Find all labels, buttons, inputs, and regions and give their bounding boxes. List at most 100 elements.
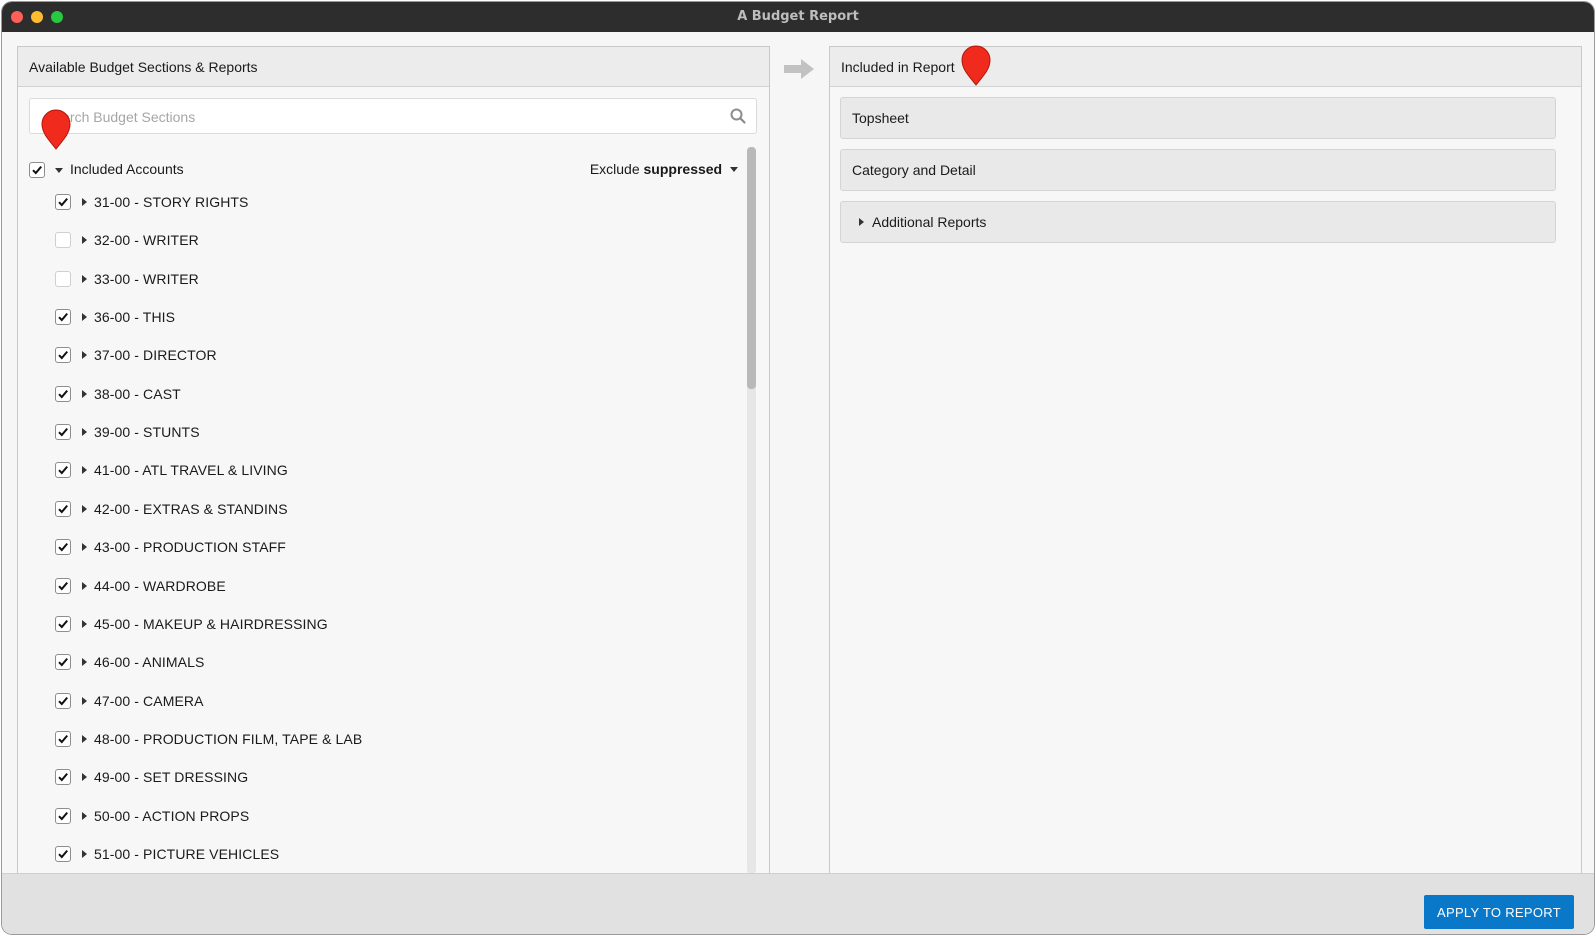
expand-caret-icon[interactable] [82,619,87,628]
accounts-scrollbar[interactable] [747,147,756,874]
account-checkbox[interactable] [55,385,71,402]
account-label: 42-00 - EXTRAS & STANDINS [94,500,288,517]
available-sections-panel: Available Budget Sections & Reports Incl… [17,46,770,876]
checkmark-icon [58,619,68,629]
included-accounts-group: Included Accounts Exclude suppressed [18,145,748,185]
additional-reports-label: Additional Reports [872,214,987,230]
account-label: 44-00 - WARDROBE [94,577,226,594]
account-row[interactable]: 42-00 - EXTRAS & STANDINS [18,492,738,530]
expand-caret-icon[interactable] [82,351,87,360]
account-row[interactable]: 32-00 - WRITER [18,223,738,261]
account-row[interactable]: 51-00 - PICTURE VEHICLES [18,837,738,875]
account-row[interactable]: 50-00 - ACTION PROPS [18,799,738,837]
account-checkbox[interactable] [55,692,71,709]
account-checkbox[interactable] [55,539,71,556]
expand-caret-icon[interactable] [82,236,87,245]
account-checkbox[interactable] [55,654,71,671]
account-row[interactable]: 36-00 - THIS [18,300,738,338]
expand-caret-icon[interactable] [82,581,87,590]
account-checkbox[interactable] [55,194,71,210]
checkmark-icon [58,389,68,399]
accounts-list: Included Accounts Exclude suppressed 31-… [18,145,769,875]
included-accounts-checkbox[interactable] [29,162,45,178]
exclude-filter-prefix: Exclude [589,161,640,177]
scrollbar-thumb[interactable] [747,147,756,389]
account-label: 51-00 - PICTURE VEHICLES [94,845,280,862]
account-checkbox[interactable] [55,577,71,594]
app-window: A Budget Report Available Budget Section… [2,2,1594,934]
expand-caret-icon[interactable] [82,696,87,705]
report-item-category-detail[interactable]: Category and Detail [840,149,1556,191]
search-input[interactable] [43,99,727,135]
expand-caret-icon[interactable] [82,198,87,206]
account-row[interactable]: 46-00 - ANIMALS [18,645,738,683]
account-checkbox[interactable] [55,615,71,632]
account-checkbox[interactable] [55,769,71,786]
account-row[interactable]: 41-00 - ATL TRAVEL & LIVING [18,453,738,491]
location-marker-icon [961,45,991,86]
account-checkbox[interactable] [55,232,71,249]
move-right-arrow-icon [784,59,814,79]
account-label: 36-00 - THIS [94,309,176,326]
account-checkbox[interactable] [55,270,71,287]
expand-caret-icon[interactable] [82,811,87,820]
account-label: 48-00 - PRODUCTION FILM, TAPE & LAB [94,730,363,747]
account-row[interactable]: 33-00 - WRITER [18,262,738,300]
report-item-additional-reports[interactable]: Additional Reports [840,201,1556,243]
account-row[interactable]: 39-00 - STUNTS [18,415,738,453]
checkmark-icon [58,696,68,706]
expand-caret-icon[interactable] [82,658,87,667]
expand-caret-icon[interactable] [82,313,87,322]
account-checkbox[interactable] [55,309,71,326]
expand-caret-icon[interactable] [82,466,87,475]
account-row[interactable]: 49-00 - SET DRESSING [18,760,738,798]
checkmark-icon [58,734,68,744]
window-title: A Budget Report [737,9,859,24]
search-icon[interactable] [730,108,746,124]
account-row[interactable]: 48-00 - PRODUCTION FILM, TAPE & LAB [18,722,738,760]
account-row[interactable]: 43-00 - PRODUCTION STAFF [18,530,738,568]
account-row[interactable]: 37-00 - DIRECTOR [18,338,738,376]
expand-caret-icon[interactable] [82,274,87,283]
close-window-button[interactable] [11,11,23,23]
expand-caret-icon[interactable] [82,734,87,743]
expand-caret-icon[interactable] [82,504,87,513]
report-item-topsheet[interactable]: Topsheet [840,97,1556,139]
checkmark-icon [58,466,68,475]
expand-caret-icon[interactable] [82,773,87,782]
zoom-window-button[interactable] [51,11,63,23]
account-label: 50-00 - ACTION PROPS [94,807,250,824]
exclude-filter-dropdown[interactable]: Exclude suppressed [590,161,738,177]
expand-caret-icon[interactable] [82,849,87,858]
location-marker-icon [41,109,71,150]
account-checkbox[interactable] [55,462,71,479]
collapse-caret-icon[interactable] [55,168,63,173]
account-checkbox[interactable] [55,500,71,517]
title-bar: A Budget Report [2,2,1594,32]
account-checkbox[interactable] [55,807,71,824]
account-label: 41-00 - ATL TRAVEL & LIVING [94,462,288,479]
account-row[interactable]: 44-00 - WARDROBE [18,569,738,607]
minimize-window-button[interactable] [31,11,43,23]
account-checkbox[interactable] [55,730,71,747]
checkmark-icon [58,313,68,322]
account-checkbox[interactable] [55,347,71,364]
account-row[interactable]: 45-00 - MAKEUP & HAIRDRESSING [18,607,738,645]
checkmark-icon [58,849,68,859]
chevron-down-icon [730,167,738,172]
account-label: 37-00 - DIRECTOR [94,347,217,364]
account-row[interactable]: 31-00 - STORY RIGHTS [18,185,738,223]
expand-caret-icon[interactable] [859,218,864,226]
expand-caret-icon[interactable] [82,389,87,398]
account-label: 33-00 - WRITER [94,270,199,287]
account-row[interactable]: 47-00 - CAMERA [18,684,738,722]
account-row[interactable]: 38-00 - CAST [18,377,738,415]
expand-caret-icon[interactable] [82,543,87,552]
checkmark-icon [32,165,42,175]
account-checkbox[interactable] [55,424,71,441]
expand-caret-icon[interactable] [82,428,87,437]
account-checkbox[interactable] [55,845,71,862]
apply-to-report-button[interactable]: APPLY TO REPORT [1424,895,1574,929]
checkmark-icon [58,351,68,360]
account-label: 49-00 - SET DRESSING [94,769,249,786]
